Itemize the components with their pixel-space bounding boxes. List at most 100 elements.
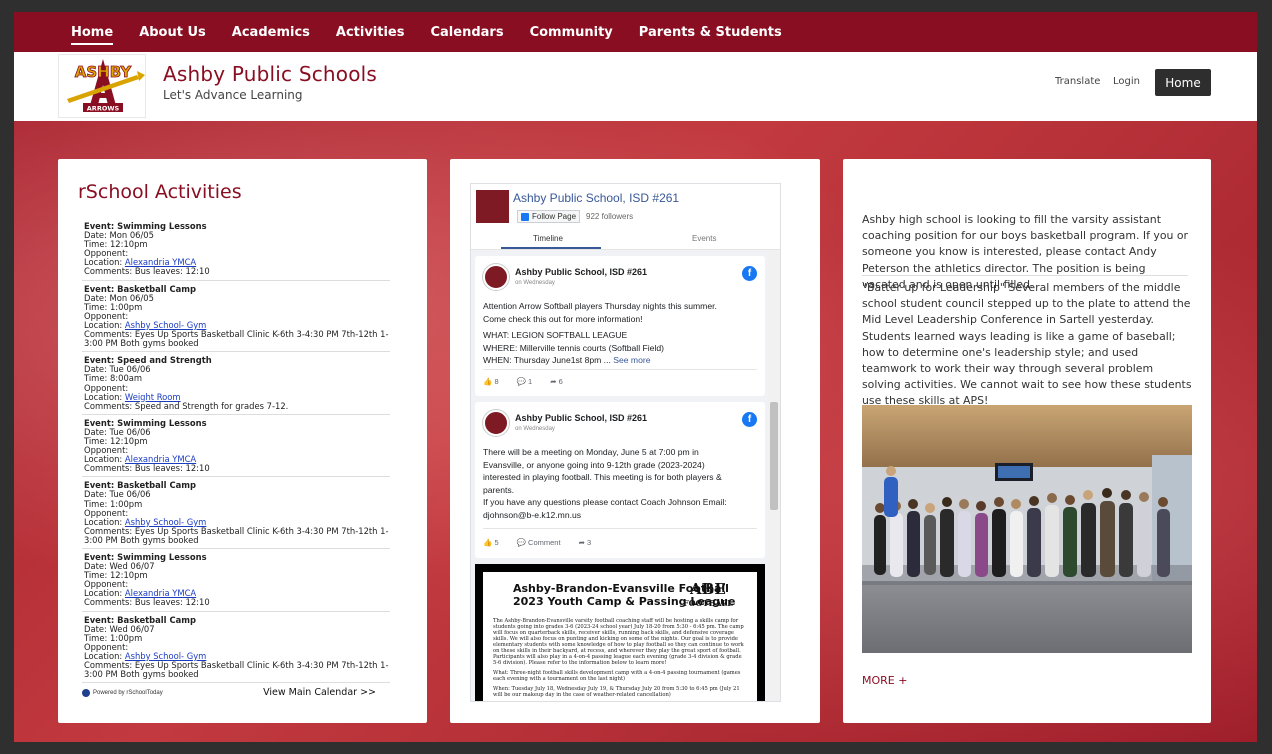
- event-item: Event: Swimming Lessons Date: Mon 06/05 Ti…: [82, 221, 390, 281]
- fb-post-line: There will be a meeting on Monday, June …: [483, 447, 699, 457]
- news-divider: [862, 275, 1188, 276]
- fb-post-line: Attention Arrow Softball players Thursda…: [483, 301, 717, 311]
- translate-link[interactable]: Translate: [1055, 76, 1100, 87]
- fb-post-line: Come check this out for more information…: [483, 313, 643, 324]
- fb-post: Ashby Public School, ISD #261 on Wednesd…: [475, 402, 765, 558]
- fb-comment-action[interactable]: 💬 Comment: [517, 538, 561, 547]
- event-comments: Comments: Bus leaves: 12:10: [84, 597, 210, 608]
- facebook-logo-icon[interactable]: f: [742, 266, 757, 281]
- fb-scroll-thumb[interactable]: [770, 402, 778, 510]
- nav-community[interactable]: Community: [530, 25, 613, 40]
- fb-post-line: WHERE: Millerville tennis courts (Softba…: [483, 342, 664, 353]
- events-list: Event: Swimming Lessons Date: Mon 06/05 Ti…: [82, 221, 390, 684]
- login-link[interactable]: Login: [1113, 76, 1140, 87]
- fb-follow-button[interactable]: Follow Page: [517, 210, 581, 223]
- event-comments: Comments: Bus leaves: 12:10: [84, 266, 210, 277]
- nav-activities[interactable]: Activities: [336, 25, 405, 40]
- event-time: Time: 1:00pm: [84, 632, 143, 643]
- fb-post-text: Attention Arrow Softball players Thursda…: [483, 300, 753, 367]
- fb-post-text: There will be a meeting on Monday, June …: [483, 446, 753, 522]
- fb-post-actions: 👍 8 💬 1 ➦ 6: [483, 377, 563, 386]
- nav-home[interactable]: Home: [71, 25, 114, 45]
- arrows-logo-icon: ASHBY ARROWS: [59, 55, 145, 117]
- event-time: Time: 1:00pm: [84, 301, 143, 312]
- event-comments: Comments: Speed and Strength for grades …: [84, 400, 289, 411]
- fb-see-more-link[interactable]: See more: [613, 355, 650, 365]
- news-card: Ashby high school is looking to fill the…: [843, 159, 1211, 723]
- fb-comment-action[interactable]: 💬 1: [517, 377, 533, 386]
- fb-post-time[interactable]: on Wednesday: [515, 426, 555, 432]
- facebook-logo-icon[interactable]: f: [742, 412, 757, 427]
- facebook-card: Ashby Public School, ISD #261 Follow Pag…: [450, 159, 820, 723]
- fb-tab-indicator: [501, 247, 601, 249]
- svg-text:ASHBY: ASHBY: [75, 63, 133, 81]
- fb-page-avatar[interactable]: [476, 190, 509, 223]
- school-logo[interactable]: ASHBY ARROWS: [58, 54, 146, 118]
- fb-share-action[interactable]: ➦ 6: [550, 377, 563, 386]
- flyer-body: The Ashby-Brandon-Evansville varsity foo…: [493, 618, 747, 698]
- fb-post-line: Evansville, or anyone going into 9-12th …: [483, 459, 705, 470]
- powered-by-label: Powered by rSchoolToday: [93, 689, 163, 696]
- abe-football-logo: ABE FOOTBALL: [683, 582, 733, 610]
- fb-share-action[interactable]: ➦ 3: [579, 538, 592, 547]
- flyer-when: When: Tuesday July 18, Wednesday July 19…: [493, 686, 740, 698]
- svg-text:ARROWS: ARROWS: [87, 105, 120, 113]
- student-council-photo[interactable]: [862, 405, 1192, 653]
- site-subtitle: Let's Advance Learning: [163, 88, 303, 102]
- nav-about-us[interactable]: About Us: [139, 25, 206, 40]
- fb-post-author[interactable]: Ashby Public School, ISD #261: [515, 267, 647, 277]
- fb-post-author[interactable]: Ashby Public School, ISD #261: [515, 413, 647, 423]
- top-nav: Home About Us Academics Activities Calen…: [14, 12, 1257, 52]
- event-time: Time: 12:10pm: [84, 570, 148, 581]
- fb-post-avatar[interactable]: [483, 264, 509, 290]
- fb-like-count: 5: [494, 538, 499, 547]
- fb-like-action[interactable]: 👍 5: [483, 538, 499, 547]
- fb-like-action[interactable]: 👍 8: [483, 377, 499, 386]
- fb-post-actions: 👍 5 💬 Comment ➦ 3: [483, 538, 591, 547]
- fb-post-divider: [483, 528, 757, 529]
- event-comments: Comments: Eyes Up Sports Basketball Clin…: [84, 660, 389, 680]
- rschool-footer: Powered by rSchoolToday View Main Calend…: [82, 687, 376, 698]
- nav-parents-students[interactable]: Parents & Students: [639, 25, 782, 40]
- fb-post-line: interested in playing football. This mee…: [483, 472, 722, 483]
- nav-academics[interactable]: Academics: [232, 25, 310, 40]
- fb-post-line-text: WHEN: Thursday June1st 8pm ...: [483, 355, 611, 366]
- more-news-link[interactable]: MORE +: [862, 674, 907, 687]
- event-item: Event: Swimming Lessons Date: Wed 06/07 Ti…: [82, 552, 390, 612]
- fb-tab-events[interactable]: Events: [692, 234, 716, 243]
- fb-post-flyer-image[interactable]: Ashby-Brandon-Evansville Football 2023 Y…: [475, 564, 765, 701]
- news-item[interactable]: "Batter up for Leadership" Several membe…: [862, 280, 1192, 410]
- rschool-activities-card: rSchool Activities Event: Swimming Lesso…: [58, 159, 427, 723]
- fb-post: Ashby Public School, ISD #261 on Wednesd…: [475, 256, 765, 396]
- fb-like-count: 8: [494, 377, 499, 386]
- nav-calendars[interactable]: Calendars: [430, 25, 503, 40]
- fb-page-name[interactable]: Ashby Public School, ISD #261: [513, 191, 679, 205]
- fb-followers-count: 922 followers: [586, 212, 634, 221]
- fb-scrollbar[interactable]: [768, 250, 780, 701]
- fb-post-line: WHAT: LEGION SOFTBALL LEAGUE: [483, 330, 628, 341]
- event-time: Time: 12:10pm: [84, 435, 148, 446]
- event-comments: Comments: Eyes Up Sports Basketball Clin…: [84, 329, 389, 349]
- event-item: Event: Basketball Camp Date: Mon 06/05 Tim…: [82, 284, 390, 353]
- fb-tab-timeline[interactable]: Timeline: [533, 234, 563, 243]
- group-photo-image: [862, 405, 1192, 653]
- fb-post-time[interactable]: on Wednesday: [515, 280, 555, 286]
- event-item: Event: Swimming Lessons Date: Tue 06/06 Ti…: [82, 418, 390, 478]
- event-comments: Comments: Eyes Up Sports Basketball Clin…: [84, 525, 389, 545]
- fb-comment-label: Comment: [528, 538, 561, 547]
- fb-share-count: 3: [586, 538, 592, 547]
- facebook-feed[interactable]: Ashby Public School, ISD #261 Follow Pag…: [470, 183, 781, 702]
- view-main-calendar-link[interactable]: View Main Calendar >>: [263, 687, 376, 698]
- site-title[interactable]: Ashby Public Schools: [163, 62, 377, 86]
- powered-by[interactable]: Powered by rSchoolToday: [82, 688, 163, 697]
- fb-post-line: WHEN: Thursday June1st 8pm ... See more: [483, 354, 753, 367]
- rschool-title: rSchool Activities: [78, 181, 242, 203]
- fb-post-avatar[interactable]: [483, 410, 509, 436]
- site-header: ASHBY ARROWS Ashby Public Schools Let's …: [14, 52, 1257, 121]
- event-time: Time: 8:00am: [84, 373, 143, 384]
- flyer: Ashby-Brandon-Evansville Football 2023 Y…: [483, 572, 757, 701]
- fb-follow-label: Follow Page: [532, 212, 577, 221]
- event-item: Event: Basketball Camp Date: Tue 06/06 Tim…: [82, 480, 390, 549]
- flyer-what: What: Three-night football skills develo…: [493, 670, 741, 682]
- home-button[interactable]: Home: [1155, 69, 1211, 96]
